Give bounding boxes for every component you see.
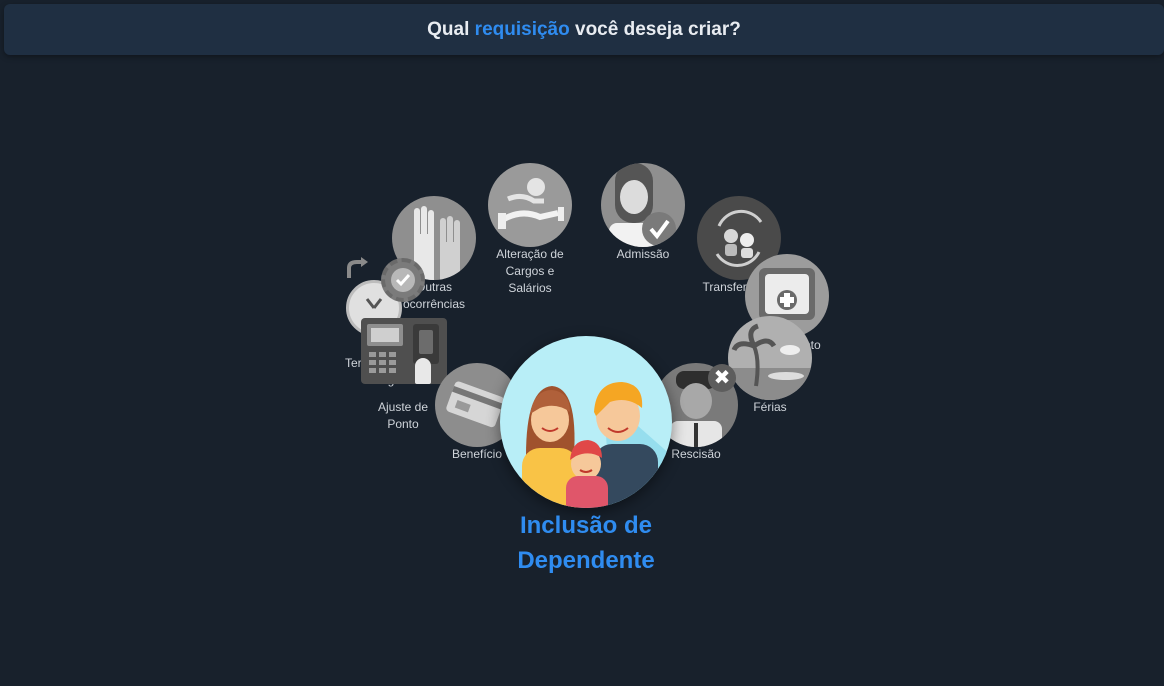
request-wheel: Alteração de Cargos e Salários Admissão: [0, 0, 1164, 686]
family-icon: [500, 336, 672, 508]
option-inclusao-dependente[interactable]: [500, 336, 672, 508]
selected-option-label: Inclusão de Dependente: [517, 512, 655, 574]
option-admissao-label: Admissão: [616, 247, 670, 261]
hand-coin-icon: [488, 163, 572, 247]
arrow-redo-icon: [345, 256, 369, 280]
woman-checkmark-icon: [601, 163, 685, 247]
remove-icon: ✖: [708, 364, 736, 392]
option-admissao[interactable]: Admissão: [601, 163, 685, 267]
finger-icon: [415, 358, 431, 384]
option-alteracao-cargos[interactable]: Alteração de Cargos e Salários: [488, 163, 572, 303]
option-ferias[interactable]: Férias: [728, 316, 812, 420]
beach-vacation-icon: [728, 316, 812, 400]
gear-check-icon: [381, 258, 425, 302]
